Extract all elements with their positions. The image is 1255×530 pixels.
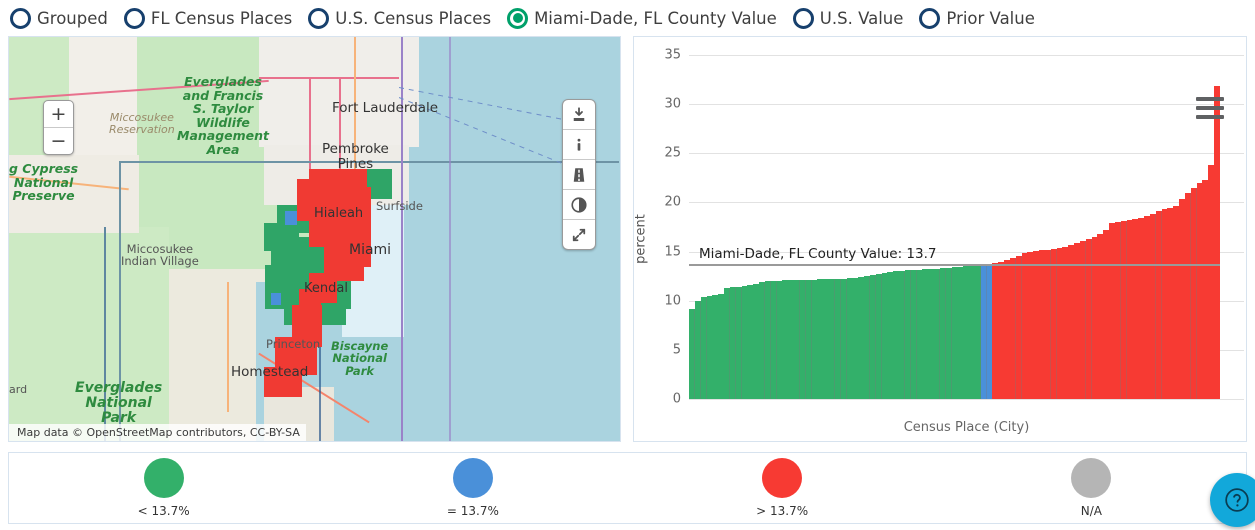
zoom-in-button[interactable]: +	[44, 101, 73, 128]
legend-color-swatch	[143, 458, 184, 498]
map-panel[interactable]: Everglades and Francis S. Taylor Wildlif…	[8, 36, 621, 442]
map-place-red[interactable]	[345, 197, 357, 215]
hamburger-bar	[1196, 106, 1224, 110]
y-axis-tick: 35	[664, 47, 681, 63]
radio-option-3[interactable]: Miami-Dade, FL County Value	[507, 7, 777, 29]
hamburger-bar	[1196, 115, 1224, 119]
bar-chart: percent 0 5 10 15 20 25 30 35 Miami-Dade, FL Co…	[633, 37, 1246, 441]
legend-items: < 13.7% = 13.7% > 13.7% N/A	[9, 458, 1246, 518]
map-green-area	[9, 227, 169, 441]
chart-menu-icon[interactable]	[1196, 97, 1224, 124]
reference-line	[689, 264, 1220, 267]
hamburger-bar	[1196, 97, 1224, 101]
map-road	[227, 282, 229, 412]
chart-panel[interactable]: percent 0 5 10 15 20 25 30 35 Miami-Dade, FL Co…	[633, 36, 1247, 442]
map-place-blue[interactable]	[285, 211, 297, 225]
radio-circle-icon[interactable]	[308, 7, 330, 29]
radio-circle-icon[interactable]	[919, 7, 941, 29]
radio-option-label: U.S. Census Places	[335, 8, 492, 28]
radio-option-4[interactable]: U.S. Value	[792, 7, 904, 29]
radio-option-2[interactable]: U.S. Census Places	[308, 7, 492, 29]
road-icon[interactable]	[563, 159, 595, 189]
legend-color-swatch	[762, 458, 803, 498]
radio-option-label: Miami-Dade, FL County Value	[534, 8, 777, 28]
help-icon	[1225, 488, 1249, 512]
legend-color-swatch	[1071, 458, 1112, 498]
content-panels: Everglades and Francis S. Taylor Wildlif…	[0, 36, 1255, 446]
map-place-green[interactable]	[264, 223, 282, 251]
legend-label: N/A	[1080, 504, 1102, 518]
zoom-out-button[interactable]: −	[44, 128, 73, 154]
map-tool-control[interactable]	[562, 99, 596, 250]
legend-label: < 13.7%	[137, 504, 190, 518]
download-icon[interactable]	[563, 100, 595, 129]
chart-plot-area	[689, 55, 1220, 399]
legend-color-swatch	[452, 458, 493, 498]
y-axis-tick: 0	[672, 391, 681, 407]
y-axis-tick: 10	[664, 293, 681, 309]
legend-item[interactable]: > 13.7%	[628, 458, 937, 518]
radio-circle-icon[interactable]	[123, 7, 145, 29]
chart-bar[interactable]	[1214, 86, 1220, 399]
choropleth-map[interactable]: Everglades and Francis S. Taylor Wildlif…	[9, 37, 620, 441]
radio-option-5[interactable]: Prior Value	[919, 7, 1035, 29]
radio-circle-icon[interactable]	[507, 7, 529, 29]
help-button[interactable]	[1210, 473, 1255, 527]
radio-option-label: U.S. Value	[819, 8, 904, 28]
chart-x-axis-label: Census Place (City)	[903, 420, 1030, 435]
legend-item[interactable]: N/A	[937, 458, 1246, 518]
y-axis-tick: 5	[672, 342, 681, 358]
map-road	[354, 37, 356, 177]
map-road	[259, 77, 399, 79]
map-road	[104, 227, 106, 441]
radio-circle-icon[interactable]	[792, 7, 814, 29]
fullscreen-icon[interactable]	[563, 219, 595, 249]
map-boundary	[119, 161, 619, 163]
info-icon[interactable]	[563, 129, 595, 159]
map-attribution[interactable]: Map data © OpenStreetMap contributors, C…	[9, 424, 306, 441]
radio-circle-icon[interactable]	[10, 7, 31, 29]
gridline	[689, 399, 1244, 400]
map-zoom-control[interactable]: + −	[43, 100, 74, 155]
legend-label: = 13.7%	[446, 504, 499, 518]
map-boundary	[119, 161, 121, 441]
legend-item[interactable]: = 13.7%	[318, 458, 627, 518]
view-mode-radio-group: Grouped FL Census Places U.S. Census Place…	[0, 0, 1255, 36]
radio-option-label: Grouped	[37, 8, 108, 28]
legend-item[interactable]: < 13.7%	[9, 458, 318, 518]
radio-option-1[interactable]: FL Census Places	[123, 7, 293, 29]
y-axis-tick: 30	[664, 96, 681, 112]
map-place-red[interactable]	[264, 367, 302, 397]
y-axis-tick: 15	[664, 244, 681, 260]
reference-line-label: Miami-Dade, FL County Value: 13.7	[699, 246, 937, 263]
radio-option-label: Prior Value	[946, 8, 1035, 28]
map-place-blue[interactable]	[271, 293, 281, 305]
radio-option-label: FL Census Places	[150, 8, 293, 28]
legend-label: > 13.7%	[756, 504, 809, 518]
y-axis-tick: 20	[664, 194, 681, 210]
radio-option-0[interactable]: Grouped	[10, 7, 108, 29]
y-axis-tick: 25	[664, 145, 681, 161]
chart-y-axis-label: percent	[633, 214, 649, 264]
contrast-icon[interactable]	[563, 189, 595, 219]
map-legend: < 13.7% = 13.7% > 13.7% N/A	[8, 452, 1255, 527]
